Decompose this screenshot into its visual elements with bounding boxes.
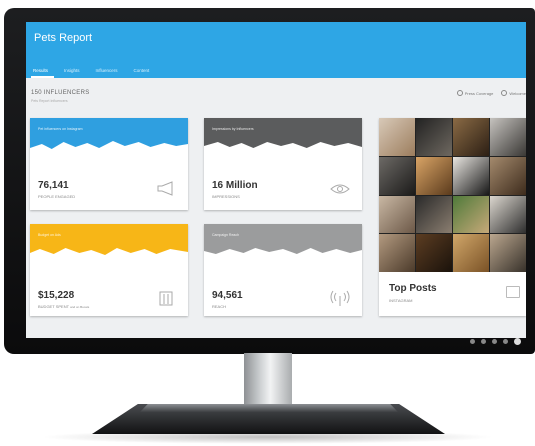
broadcast-icon [330, 290, 350, 306]
monitor-base-top [140, 404, 398, 412]
pet-photo[interactable] [453, 118, 489, 156]
card-label: IMPRESSIONS [212, 194, 240, 199]
press-coverage-label: Press Coverage [464, 90, 494, 96]
monitor-button[interactable] [503, 339, 508, 344]
card-band-label: Budget on Ads [38, 233, 61, 237]
torn-edge [30, 141, 188, 158]
card-label: REACH [212, 304, 227, 309]
header-actions: Press Coverage Welcome [456, 90, 526, 96]
top-posts-title: Top Posts [389, 283, 437, 294]
photo-grid [379, 118, 526, 272]
press-coverage-button[interactable]: Press Coverage [456, 90, 494, 96]
pet-photo[interactable] [416, 156, 452, 195]
card-value: $15,228 [38, 290, 75, 301]
power-icon[interactable] [514, 338, 521, 345]
card-label: PEOPLE ENGAGED [38, 194, 76, 199]
tab-content[interactable]: Content [134, 64, 150, 78]
pet-photo[interactable] [379, 234, 415, 272]
card-band-label: Pet influencers on Instagram [38, 127, 83, 131]
pet-photo[interactable] [379, 156, 415, 195]
metric-card-impressions[interactable]: Impressions by Influencers 16 Million IM… [204, 118, 362, 210]
card-value: 94,561 [212, 290, 243, 301]
metric-card-engaged[interactable]: Pet influencers on Instagram 76,141 PEOP… [30, 118, 188, 210]
coverage-icon [456, 90, 463, 96]
card-label-main: BUDGET SPENT [38, 304, 69, 309]
tab-results[interactable]: Results [30, 64, 55, 78]
monitor-button[interactable] [481, 339, 486, 344]
metric-card-reach[interactable]: Campaign Reach 94,561 REACH [204, 224, 362, 316]
card-color-band: Budget on Ads [30, 224, 188, 264]
torn-edge [204, 248, 362, 264]
eye-icon [330, 184, 350, 194]
welcome-label: Welcome [509, 90, 526, 96]
monitor-button[interactable] [492, 339, 497, 344]
monitor-neck [244, 353, 292, 411]
card-label-suffix: and on Boosts [70, 305, 90, 309]
image-icon [506, 286, 520, 298]
top-posts-subtitle: INSTAGRAM [389, 298, 413, 303]
pet-photo[interactable] [490, 195, 526, 234]
pet-photo[interactable] [416, 118, 452, 156]
welcome-button[interactable]: Welcome [501, 90, 526, 96]
section-title: 150 INFLUENCERS [31, 90, 90, 96]
monitor-shadow [40, 430, 495, 444]
pet-photo[interactable] [490, 234, 526, 272]
tab-insights[interactable]: Insights [64, 64, 80, 78]
top-posts-card[interactable]: Top Posts INSTAGRAM [379, 118, 526, 316]
megaphone-icon [157, 181, 173, 196]
metric-card-budget[interactable]: Budget on Ads $15,228 BUDGET SPENT and o… [30, 224, 188, 316]
pet-photo[interactable] [453, 156, 489, 195]
torn-edge [30, 248, 188, 264]
pet-photo[interactable] [416, 234, 452, 272]
welcome-icon [501, 90, 508, 96]
pet-photo[interactable] [379, 195, 415, 234]
section-header: 150 INFLUENCERS Pets Report Influencers [31, 90, 90, 103]
card-band-label: Impressions by Influencers [212, 127, 254, 131]
card-color-band: Campaign Reach [204, 224, 362, 264]
app-header: Pets Report Results Insights Influencers… [26, 22, 526, 78]
card-label: BUDGET SPENT and on Boosts [38, 304, 89, 309]
pet-photo[interactable] [416, 195, 452, 234]
card-value: 16 Million [212, 180, 258, 191]
app-title: Pets Report [34, 32, 93, 44]
pet-photo[interactable] [453, 234, 489, 272]
card-value: 76,141 [38, 180, 69, 191]
monitor-scene: Pets Report Results Insights Influencers… [0, 0, 535, 446]
torn-edge [204, 142, 362, 158]
pet-photo[interactable] [490, 156, 526, 195]
pet-photo[interactable] [379, 118, 415, 156]
card-band-label: Campaign Reach [212, 233, 240, 237]
card-color-band: Impressions by Influencers [204, 118, 362, 158]
building-icon [159, 291, 173, 306]
section-subtitle: Pets Report Influencers [31, 99, 68, 103]
tab-bar: Results Insights Influencers Content [26, 64, 149, 78]
monitor-screen: Pets Report Results Insights Influencers… [26, 22, 526, 338]
monitor-controls [470, 338, 521, 345]
pet-photo[interactable] [453, 195, 489, 234]
tab-influencers[interactable]: Influencers [96, 64, 118, 78]
pet-photo[interactable] [490, 118, 526, 156]
monitor-button[interactable] [470, 339, 475, 344]
card-color-band: Pet influencers on Instagram [30, 118, 188, 158]
